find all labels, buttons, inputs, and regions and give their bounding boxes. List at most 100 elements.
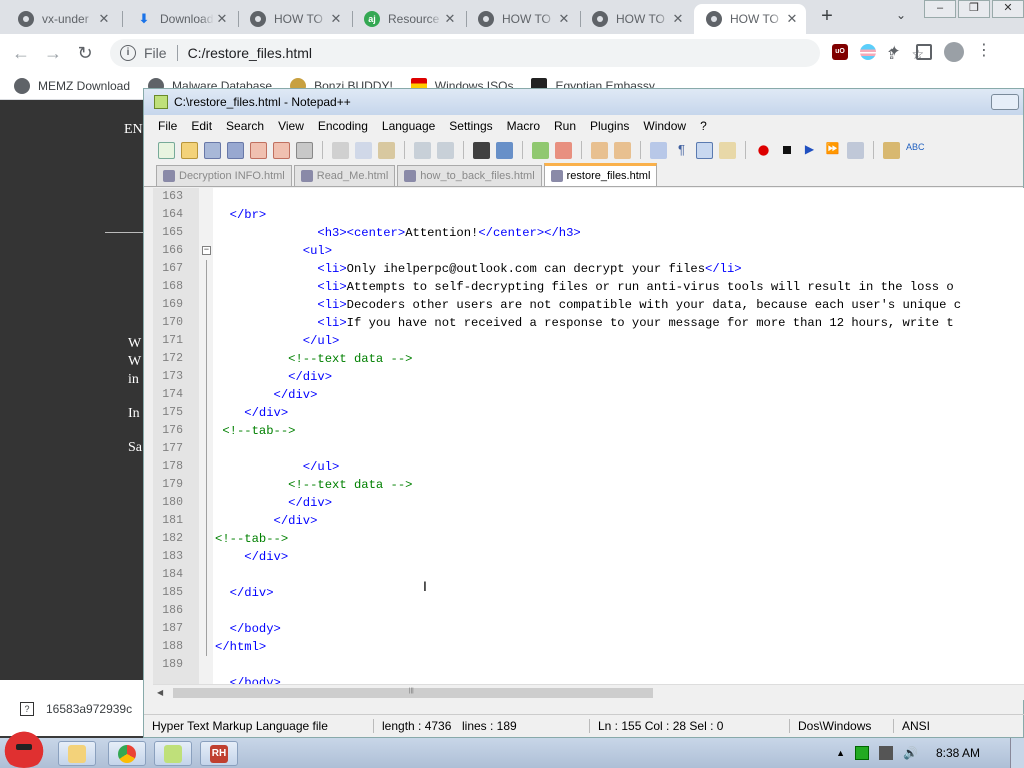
- code-line[interactable]: 165 <h3><center>Attention!</center></h3>: [153, 224, 1024, 242]
- code-line[interactable]: 184: [153, 566, 1024, 584]
- word-wrap-icon[interactable]: [650, 141, 667, 159]
- code-line[interactable]: 185 </div>: [153, 584, 1024, 602]
- record-macro-icon[interactable]: [755, 141, 772, 159]
- code-line[interactable]: 186: [153, 602, 1024, 620]
- code-editor[interactable]: 163 164 </br> 165 <h3><center>Attention!</…: [153, 188, 1024, 684]
- menu-settings[interactable]: Settings: [449, 119, 492, 133]
- menu-view[interactable]: View: [278, 119, 304, 133]
- play-multiple-icon[interactable]: ⏩: [824, 142, 841, 159]
- new-file-icon[interactable]: [158, 141, 175, 159]
- code-line[interactable]: 189: [153, 656, 1024, 674]
- download-item[interactable]: ? 16583a972939c: [20, 702, 132, 716]
- browser-tab[interactable]: aj Resource ✕: [352, 4, 464, 34]
- open-file-icon[interactable]: [181, 141, 198, 159]
- forward-button[interactable]: →: [42, 42, 64, 64]
- close-window-button[interactable]: ✕: [992, 0, 1024, 18]
- close-icon[interactable]: ✕: [214, 11, 230, 27]
- network-icon[interactable]: [855, 746, 870, 760]
- sync-vertical-icon[interactable]: [591, 141, 608, 159]
- browser-tab[interactable]: HOW TO ✕: [580, 4, 692, 34]
- indent-guide-icon[interactable]: [696, 141, 713, 159]
- code-line[interactable]: 181 </div>: [153, 512, 1024, 530]
- file-tab-active[interactable]: restore_files.html: [543, 163, 658, 186]
- code-line[interactable]: 176 <!--tab-->: [153, 422, 1024, 440]
- fold-toggle-icon[interactable]: −: [202, 246, 211, 255]
- avatar-icon[interactable]: [944, 42, 964, 62]
- menu-language[interactable]: Language: [382, 119, 435, 133]
- undo-icon[interactable]: [414, 141, 431, 159]
- back-button[interactable]: ←: [10, 42, 32, 64]
- code-line[interactable]: 174 </div>: [153, 386, 1024, 404]
- launch-icon[interactable]: [883, 141, 900, 159]
- redo-icon[interactable]: [437, 141, 454, 159]
- close-icon[interactable]: ✕: [784, 11, 800, 27]
- code-line[interactable]: 173 </div>: [153, 368, 1024, 386]
- puzzle-icon[interactable]: ✦: [888, 44, 904, 60]
- code-line[interactable]: 178 </ul>: [153, 458, 1024, 476]
- menu-help[interactable]: ?: [700, 119, 707, 133]
- info-icon[interactable]: i: [120, 45, 136, 61]
- chevron-down-icon[interactable]: ⌄: [896, 8, 906, 22]
- close-icon[interactable]: ✕: [556, 11, 572, 27]
- flag-extension-icon[interactable]: [860, 44, 876, 60]
- save-all-icon[interactable]: [227, 141, 244, 159]
- menu-plugins[interactable]: Plugins: [590, 119, 629, 133]
- copy-icon[interactable]: [355, 141, 372, 159]
- address-bar[interactable]: i File C:/restore_files.html: [110, 39, 820, 67]
- close-all-icon[interactable]: [273, 141, 290, 159]
- clock[interactable]: 8:38 AM: [936, 746, 980, 760]
- url-text[interactable]: C:/restore_files.html: [188, 45, 312, 61]
- taskbar-notepadpp[interactable]: [154, 741, 192, 766]
- save-macro-icon[interactable]: [847, 141, 864, 159]
- code-line[interactable]: 182 <!--tab-->: [153, 530, 1024, 548]
- new-tab-button[interactable]: +: [816, 6, 838, 28]
- minimize-button[interactable]: –: [924, 0, 956, 18]
- menu-search[interactable]: Search: [226, 119, 264, 133]
- start-button[interactable]: [0, 730, 48, 768]
- code-line[interactable]: 170 <li>If you have not received a respo…: [153, 314, 1024, 332]
- minimize-button[interactable]: [991, 94, 1019, 110]
- show-desktop-button[interactable]: [1010, 738, 1024, 768]
- stop-macro-icon[interactable]: [778, 141, 795, 159]
- file-tab[interactable]: Read_Me.html: [293, 165, 396, 186]
- user-lang-icon[interactable]: [719, 141, 736, 159]
- menu-run[interactable]: Run: [554, 119, 576, 133]
- find-icon[interactable]: [473, 141, 490, 159]
- file-tab[interactable]: Decryption INFO.html: [156, 165, 292, 186]
- code-line[interactable]: 168 <li>Attempts to self-decrypting file…: [153, 278, 1024, 296]
- code-line[interactable]: 180 </div>: [153, 494, 1024, 512]
- code-line[interactable]: 183 </div>: [153, 548, 1024, 566]
- horizontal-scrollbar[interactable]: ◀ |||: [153, 684, 1024, 700]
- sync-horizontal-icon[interactable]: [614, 141, 631, 159]
- menu-encoding[interactable]: Encoding: [318, 119, 368, 133]
- replace-icon[interactable]: [496, 141, 513, 159]
- bookmark-item[interactable]: MEMZ Download: [14, 77, 130, 94]
- display-icon[interactable]: [879, 746, 894, 760]
- menu-window[interactable]: Window: [643, 119, 686, 133]
- code-line[interactable]: 166 <ul> −: [153, 242, 1024, 260]
- reload-button[interactable]: ↻: [74, 42, 96, 64]
- restore-button[interactable]: ❐: [958, 0, 990, 18]
- spellcheck-icon[interactable]: ABC: [906, 142, 925, 159]
- play-macro-icon[interactable]: ▶: [801, 142, 818, 159]
- close-icon[interactable]: ✕: [328, 11, 344, 27]
- taskbar-chrome[interactable]: [108, 741, 146, 766]
- code-line[interactable]: 179 <!--text data -->: [153, 476, 1024, 494]
- code-line[interactable]: </body>: [153, 674, 1024, 684]
- save-icon[interactable]: [204, 141, 221, 159]
- zoom-in-icon[interactable]: [532, 141, 549, 159]
- code-line[interactable]: 188 </html>: [153, 638, 1024, 656]
- code-line[interactable]: 167 <li>Only ihelperpc@outlook.com can d…: [153, 260, 1024, 278]
- close-icon[interactable]: ✕: [96, 11, 112, 27]
- tray-expand-icon[interactable]: ▲: [836, 748, 845, 758]
- side-panel-icon[interactable]: [916, 44, 932, 60]
- zoom-out-icon[interactable]: [555, 141, 572, 159]
- menu-icon[interactable]: ⋮: [976, 43, 992, 60]
- language-link[interactable]: EN: [124, 122, 143, 138]
- code-line[interactable]: 175 </div>: [153, 404, 1024, 422]
- browser-tab-active[interactable]: HOW TO ✕: [694, 4, 806, 34]
- scroll-left-icon[interactable]: ◀: [157, 688, 163, 697]
- taskbar-resource-hacker[interactable]: RH: [200, 741, 238, 766]
- taskbar-explorer[interactable]: [58, 741, 96, 766]
- ublock-icon[interactable]: uO: [832, 44, 848, 60]
